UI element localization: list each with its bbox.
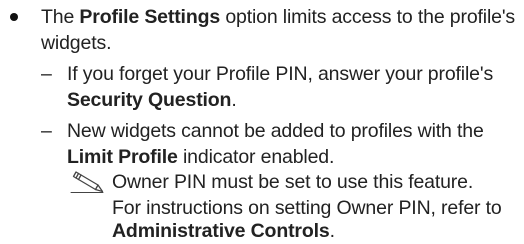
bullet-text-pre: The [41, 6, 80, 28]
bullet-text-continuation: widgets. [41, 32, 112, 54]
note-text-1: Owner PIN must be set to use this featur… [112, 171, 474, 193]
sub-item-1-text: If you forget your Profile PIN, answer y… [67, 63, 494, 85]
bullet-point [10, 13, 18, 21]
administrative-controls-term: Administrative Controls [112, 220, 330, 242]
bullet-text-post: option limits access to the profile's [220, 6, 516, 28]
note-text-2: For instructions on setting Owner PIN, r… [112, 197, 502, 219]
sub-item-dash: – [41, 63, 52, 85]
sub-item-1-text-end: . [231, 89, 237, 111]
note-line-1: Owner PIN must be set to use this featur… [112, 169, 473, 195]
bullet-line-1: The Profile Settings option limits acces… [41, 4, 515, 30]
limit-profile-term: Limit Profile [67, 146, 178, 168]
sub-item-2-line-2: Limit Profile indicator enabled. [67, 144, 334, 170]
sub-item-dash: – [41, 120, 52, 142]
profile-settings-term: Profile Settings [79, 6, 221, 28]
note-line-3: Administrative Controls. [112, 218, 335, 244]
security-question-term: Security Question [67, 89, 232, 111]
pencil-note-icon [70, 171, 104, 193]
note-text-end: . [329, 220, 335, 242]
sub-item-2-text: New widgets cannot be added to profiles … [67, 120, 484, 142]
document-page: { "bullet": { "line1": { "pre": "The ", … [0, 0, 524, 244]
sub-item-1-line-2: Security Question. [67, 87, 237, 113]
sub-item-2-line-1: New widgets cannot be added to profiles … [67, 118, 484, 144]
bullet-line-2: widgets. [41, 30, 111, 56]
sub-item-2-text-end: indicator enabled. [177, 146, 335, 168]
sub-item-1-line-1: If you forget your Profile PIN, answer y… [67, 61, 493, 87]
